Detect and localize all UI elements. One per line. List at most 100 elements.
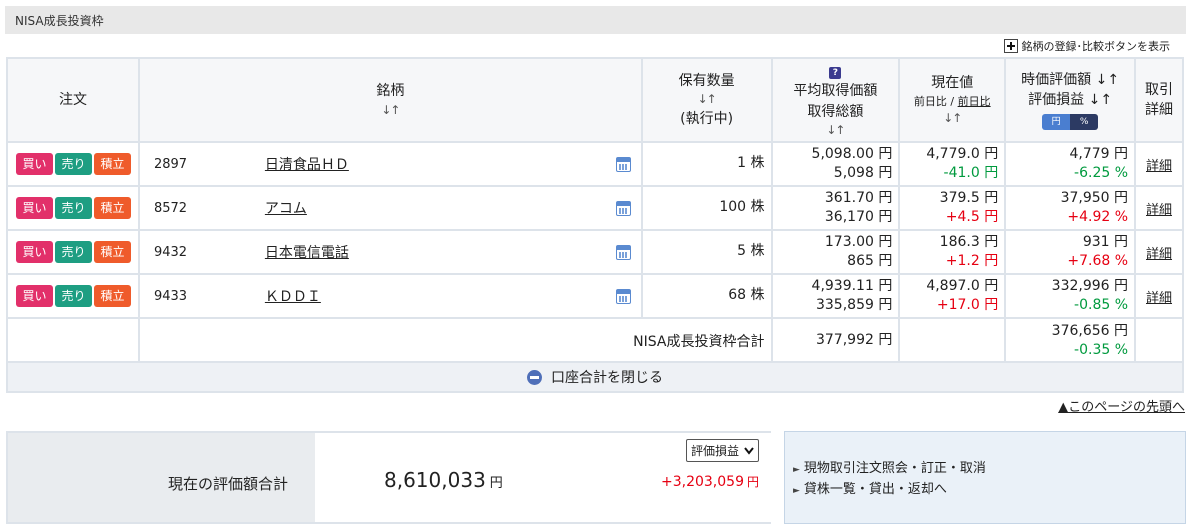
market-value: 931 円 — [1082, 233, 1129, 250]
col-stock[interactable]: 銘柄 ↓↑ — [137, 56, 643, 144]
sell-button[interactable]: 売り — [55, 153, 92, 176]
valuation-type-value: 評価損益 — [691, 444, 740, 458]
total-values: 376,656 円 -0.35 % — [1004, 317, 1137, 366]
buy-button[interactable]: 買い — [16, 197, 53, 220]
value-cell: 4,779 円 -6.25 % — [1004, 141, 1137, 188]
stock-name-link[interactable]: ＫＤＤＩ — [265, 286, 321, 306]
stock-name-link[interactable]: アコム — [265, 198, 307, 218]
summary-pl-unit: 円 — [746, 475, 759, 489]
plus-icon — [1003, 39, 1018, 53]
total-cost: 335,859 円 — [815, 297, 893, 314]
profit-loss: +7.68 % — [1067, 253, 1129, 270]
buy-button[interactable]: 買い — [16, 153, 53, 176]
total-cost: 36,170 円 — [824, 209, 893, 226]
order-buttons: 買い 売り 積立 — [6, 273, 140, 320]
sell-button[interactable]: 売り — [55, 285, 92, 308]
col-detail: 取引 詳細 — [1134, 56, 1184, 144]
summary-pl: +3,203,059 円 — [661, 473, 759, 490]
avg-price: 173.00 円 — [824, 233, 893, 250]
stock-code: 2897 — [137, 141, 227, 188]
detail-cell: 詳細 — [1134, 229, 1184, 276]
holding-row: 買い 売り 積立 2897 日清食品ＨＤ 1 株 5,098.00 円 5,09… — [6, 141, 1184, 188]
col-qty[interactable]: 保有数量 ↓↑ (執行中) — [640, 56, 773, 144]
calendar-icon[interactable] — [615, 156, 631, 172]
buy-button[interactable]: 買い — [16, 285, 53, 308]
link-lending[interactable]: ► 貸株一覧・貸出・返却へ — [793, 479, 1185, 500]
sort-icon[interactable]: ↓↑ — [902, 110, 1002, 127]
sell-button[interactable]: 売り — [55, 197, 92, 220]
value-cell: 37,950 円 +4.92 % — [1004, 185, 1137, 232]
toggle-yen[interactable]: 円 — [1042, 114, 1071, 131]
close-account-total-button[interactable]: 口座合計を閉じる — [6, 361, 1184, 393]
col-price-label: 現在値 — [931, 75, 974, 92]
valuation-summary: 現在の評価額合計 8,610,033 円 評価損益 +3,203,059 円 — [6, 431, 771, 524]
current-price: 379.5 円 — [939, 189, 999, 206]
tsumitate-button[interactable]: 積立 — [94, 197, 131, 220]
section-title: NISA成長投資枠 — [15, 14, 104, 28]
register-compare-toggle[interactable]: 銘柄の登録･比較ボタンを表示 — [1003, 38, 1170, 54]
col-avg-price-label: 平均取得価額 — [793, 83, 878, 100]
help-icon[interactable]: ? — [829, 67, 842, 79]
chevron-down-icon — [744, 444, 754, 458]
quantity: 100 株 — [640, 185, 773, 232]
toggle-pct[interactable]: % — [1070, 114, 1099, 131]
summary-label: 現在の評価額合計 — [168, 475, 289, 493]
arrow-right-icon: ► — [793, 465, 800, 475]
stock-name-cell: アコム — [226, 185, 643, 232]
link-order-inquiry-label[interactable]: 現物取引注文照会・訂正・取消 — [804, 461, 986, 476]
sort-icon[interactable]: ↓↑ — [775, 122, 897, 139]
total-label: NISA成長投資枠合計 — [137, 317, 773, 366]
day-change: -41.0 円 — [943, 165, 999, 182]
calendar-icon[interactable] — [615, 244, 631, 260]
market-value: 37,950 円 — [1060, 189, 1129, 206]
summary-value-panel: 8,610,033 円 評価損益 +3,203,059 円 — [315, 433, 771, 522]
col-pl-label[interactable]: 評価損益 ↓↑ — [1008, 90, 1132, 110]
avg-price: 4,939.11 円 — [811, 277, 893, 294]
holding-row: 買い 売り 積立 9432 日本電信電話 5 株 173.00 円 865 円 … — [6, 229, 1184, 276]
col-market-value[interactable]: 時価評価額 ↓↑ 評価損益 ↓↑ 円 % — [1004, 56, 1137, 144]
col-market-value-label[interactable]: 時価評価額 ↓↑ — [1008, 70, 1132, 90]
tsumitate-button[interactable]: 積立 — [94, 241, 131, 264]
sell-button[interactable]: 売り — [55, 241, 92, 264]
col-avg-price[interactable]: ? 平均取得価額 取得総額 ↓↑ — [770, 56, 901, 144]
col-price-sub-link[interactable]: 前日比 — [958, 95, 991, 108]
summary-value: 8,610,033 円 — [384, 468, 503, 492]
buy-button[interactable]: 買い — [16, 241, 53, 264]
sort-icon[interactable]: ↓↑ — [142, 102, 639, 119]
col-price-sub-prefix: 前日比 / — [913, 94, 958, 108]
avg-price: 361.70 円 — [824, 189, 893, 206]
quantity: 68 株 — [640, 273, 773, 320]
yen-pct-toggle[interactable]: 円 % — [1042, 114, 1099, 131]
valuation-type-select[interactable]: 評価損益 — [686, 439, 759, 462]
section-header: NISA成長投資枠 — [5, 6, 1186, 34]
col-order-label: 注文 — [58, 91, 87, 108]
stock-code: 9433 — [137, 273, 227, 320]
holding-row: 買い 売り 積立 8572 アコム 100 株 361.70 円 36,170 … — [6, 185, 1184, 232]
col-price[interactable]: 現在値 前日比 / 前日比 ↓↑ — [898, 56, 1007, 144]
detail-link[interactable]: 詳細 — [1146, 291, 1172, 306]
detail-link[interactable]: 詳細 — [1146, 247, 1172, 262]
stock-name-link[interactable]: 日清食品ＨＤ — [265, 154, 349, 174]
link-order-inquiry[interactable]: ► 現物取引注文照会・訂正・取消 — [793, 458, 1185, 479]
detail-link[interactable]: 詳細 — [1146, 203, 1172, 218]
calendar-icon[interactable] — [615, 288, 631, 304]
day-change: +4.5 円 — [945, 209, 999, 226]
value-cell: 931 円 +7.68 % — [1004, 229, 1137, 276]
link-lending-label[interactable]: 貸株一覧・貸出・返却へ — [804, 482, 947, 497]
page-top-link[interactable]: ▲このページの先頭へ — [1058, 396, 1185, 415]
total-empty-detail — [1134, 317, 1184, 366]
tsumitate-button[interactable]: 積立 — [94, 285, 131, 308]
col-detail-label-1: 取引 — [1145, 81, 1173, 98]
stock-name-link[interactable]: 日本電信電話 — [265, 242, 349, 262]
sort-icon[interactable]: ↓↑ — [645, 91, 769, 108]
col-stock-label: 銘柄 — [376, 83, 405, 100]
tsumitate-button[interactable]: 積立 — [94, 153, 131, 176]
col-qty-sub: (執行中) — [680, 110, 734, 127]
detail-link[interactable]: 詳細 — [1146, 159, 1172, 174]
calendar-icon[interactable] — [615, 200, 631, 216]
minus-circle-icon — [527, 369, 542, 385]
summary-value-unit: 円 — [489, 476, 503, 491]
stock-name-cell: 日本電信電話 — [226, 229, 643, 276]
price-cell: 4,897.0 円 +17.0 円 — [898, 273, 1007, 320]
total-empty-price — [898, 317, 1007, 366]
